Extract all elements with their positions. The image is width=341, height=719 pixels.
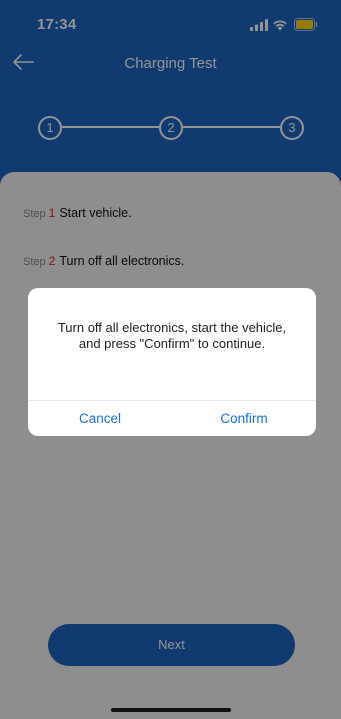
dialog-message: Turn off all electronics, start the vehi… — [57, 320, 287, 351]
home-indicator[interactable] — [111, 708, 231, 712]
app-screen: 17:34 Charging Test 1 2 3 Step 1 Start v… — [0, 0, 341, 719]
confirm-dialog: Turn off all electronics, start the vehi… — [28, 288, 316, 436]
cancel-button[interactable]: Cancel — [28, 401, 172, 436]
confirm-button[interactable]: Confirm — [172, 401, 316, 436]
